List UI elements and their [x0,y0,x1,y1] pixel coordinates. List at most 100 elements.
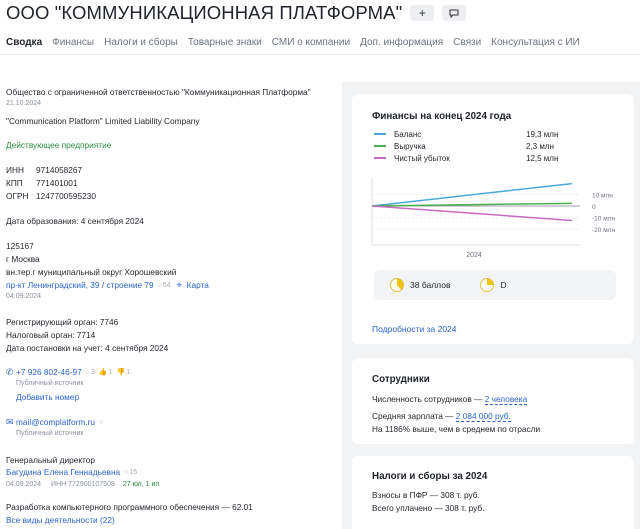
inn-label: ИНН [6,165,24,175]
taxes-total: Всего уплачено — 308 т. руб. [372,503,485,513]
activity: Разработка компьютерного программного об… [6,502,253,512]
phone-likes: 1 [108,369,113,376]
page-header: ООО "КОММУНИКАЦИОННАЯ ПЛАТФОРМА" + [6,2,467,24]
status-badge: Действующее предприятие [6,140,112,150]
email-link[interactable]: mail@complatform.ru [16,417,95,428]
legend-swatch-revenue [374,145,386,147]
headcount-label: Численность сотрудников — [372,394,483,404]
finance-card: Финансы на конец 2024 года Баланс 19,3 м… [352,94,634,344]
phone-source: Публичный источник [16,380,84,387]
tab-summary[interactable]: Сводка [6,37,42,48]
email-block: ✉ mail@complatform.ru ○ Публичный источн… [6,417,336,439]
address: 125167 г Москва вн.тер.г муниципальный о… [6,241,336,302]
company-title: ООО "КОММУНИКАЦИОННАЯ ПЛАТФОРМА" [6,2,403,23]
email-source: Публичный источник [16,430,84,437]
staff-card: Сотрудники Численность сотрудников — 2 ч… [352,358,634,444]
postcode: 125167 [6,241,34,251]
tab-taxes[interactable]: Налоги и сборы [104,37,178,48]
all-activities-link[interactable]: Все виды деятельности (22) [6,515,336,526]
director-links[interactable]: 27 юл, 1 ип [123,479,159,490]
plus-icon: + [418,6,426,20]
tab-finance[interactable]: Финансы [52,37,94,48]
taxes-card: Налоги и сборы за 2024 Взносы в ПФР — 30… [352,456,634,529]
score-panel: 38 баллов D [374,270,616,300]
staff-info: Численность сотрудников — 2 человека Сре… [372,392,540,437]
finance-chart: 10 млн 0 -10 млн -20 млн 2024 [371,177,615,259]
phone-link[interactable]: +7 926 802-46-97 [16,367,82,378]
comment-button[interactable] [442,5,467,21]
phone-dislikes: 1 [126,369,131,376]
tabs-divider [0,54,640,55]
phone-count: 3 [90,369,95,376]
finance-legend: Баланс 19,3 млн Выручка 2,3 млн Чистый у… [374,128,576,164]
legend-name: Чистый убыток [394,153,450,163]
taxes-title: Налоги и сборы за 2024 [372,471,488,482]
legend-swatch-net-loss [374,157,386,159]
salary-label: Средняя зарплата — [372,411,454,421]
city: г Москва [6,254,40,264]
tab-media[interactable]: СМИ о компании [272,37,350,48]
y-tick-label: -10 млн [592,216,615,223]
search-icon: ○ [98,419,104,426]
legend-value: 19,3 млн [526,129,559,139]
ogrn-label: ОГРН [6,191,29,201]
tax-authority: Налоговый орган: 7714 [6,330,96,340]
score-pie-icon [390,278,404,292]
kpp-label: КПП [6,178,23,188]
mail-icon: ✉ [6,417,14,427]
legend-value: 2,3 млн [526,141,554,151]
director-title: Генеральный директор [6,455,95,465]
salary-value[interactable]: 2 084 000 руб. [455,411,511,422]
salary-note: На 1186% выше, чем в среднем по отрасли [372,424,541,434]
score-label[interactable]: 38 баллов [410,280,450,290]
full-name: Общество с ограниченной ответственностью… [6,87,311,97]
kpp-value[interactable]: 771401001 [36,178,78,189]
legend-name: Баланс [394,129,422,139]
inn-value[interactable]: 9714058267 [36,165,82,176]
search-icon: ○ [124,469,129,476]
series-line-2 [371,205,573,222]
pfr-contributions: Взносы в ПФР — 308 т. руб. [372,490,480,500]
add-button[interactable]: + [410,5,435,21]
full-name-date: 21.10.2024 [6,100,42,107]
founded-date: Дата образования: 4 сентября 2024 [6,216,144,226]
legend-balance: Баланс 19,3 млн [374,128,576,140]
thumbs-down-icon[interactable]: 👎 [117,367,126,378]
address-date: 04.09.2024 [6,293,42,300]
search-icon: ○ [157,282,162,289]
y-tick-label: -20 млн [592,227,615,234]
district: вн.тер.г муниципальный округ Хорошевский [6,267,177,277]
map-link[interactable]: Карта [187,280,209,291]
thumbs-up-icon[interactable]: 👍 [99,367,108,378]
legend-value: 12,5 млн [526,153,559,163]
director-inn: ИНН 772900107508 [51,481,115,488]
grade-label[interactable]: D [500,280,506,290]
legend-swatch-balance [374,133,386,135]
add-phone-link[interactable]: Добавить номер [16,392,336,403]
street-count: 64 [162,282,171,289]
phone-block: ✆ +7 926 802-46-97 ○ 3 👍 1 👎 1 Публичный… [6,367,336,403]
legend-revenue: Выручка 2,3 млн [374,140,576,152]
registration-codes: ИНН 9714058267 КПП 771401001 ОГРН 124770059… [6,165,336,202]
director-name-link[interactable]: Багудина Елена Геннадьевна [6,467,120,478]
legend-name: Выручка [394,141,426,151]
tab-ai-consult[interactable]: Консультация с ИИ [491,37,580,48]
director-count: 15 [129,469,138,476]
y-tick-label: 0 [592,204,596,211]
ogrn-value[interactable]: 1247700595230 [36,191,96,202]
director-date: 04.09.2024 [6,481,42,488]
phone-icon: ✆ [6,367,14,377]
grade-pie-icon [480,278,495,292]
street-link[interactable]: пр-кт Ленинградский, 39 / строение 79 [6,280,154,291]
tab-links[interactable]: Связи [453,37,481,48]
tab-extra-info[interactable]: Доп. информация [360,37,443,48]
tab-trademarks[interactable]: Товарные знаки [188,37,262,48]
authorities: Регистрирующий орган: 7746 Налоговый орг… [6,317,336,354]
y-tick-label: 10 млн [592,192,613,199]
headcount-value[interactable]: 2 человека [484,394,528,405]
finance-details-link[interactable]: Подробности за 2024 [372,324,457,334]
company-details: Общество с ограниченной ответственностью… [6,87,336,526]
english-name: "Communication Platform" Limited Liabili… [6,116,200,126]
comment-icon [449,9,459,18]
finance-title: Финансы на конец 2024 года [372,111,512,122]
